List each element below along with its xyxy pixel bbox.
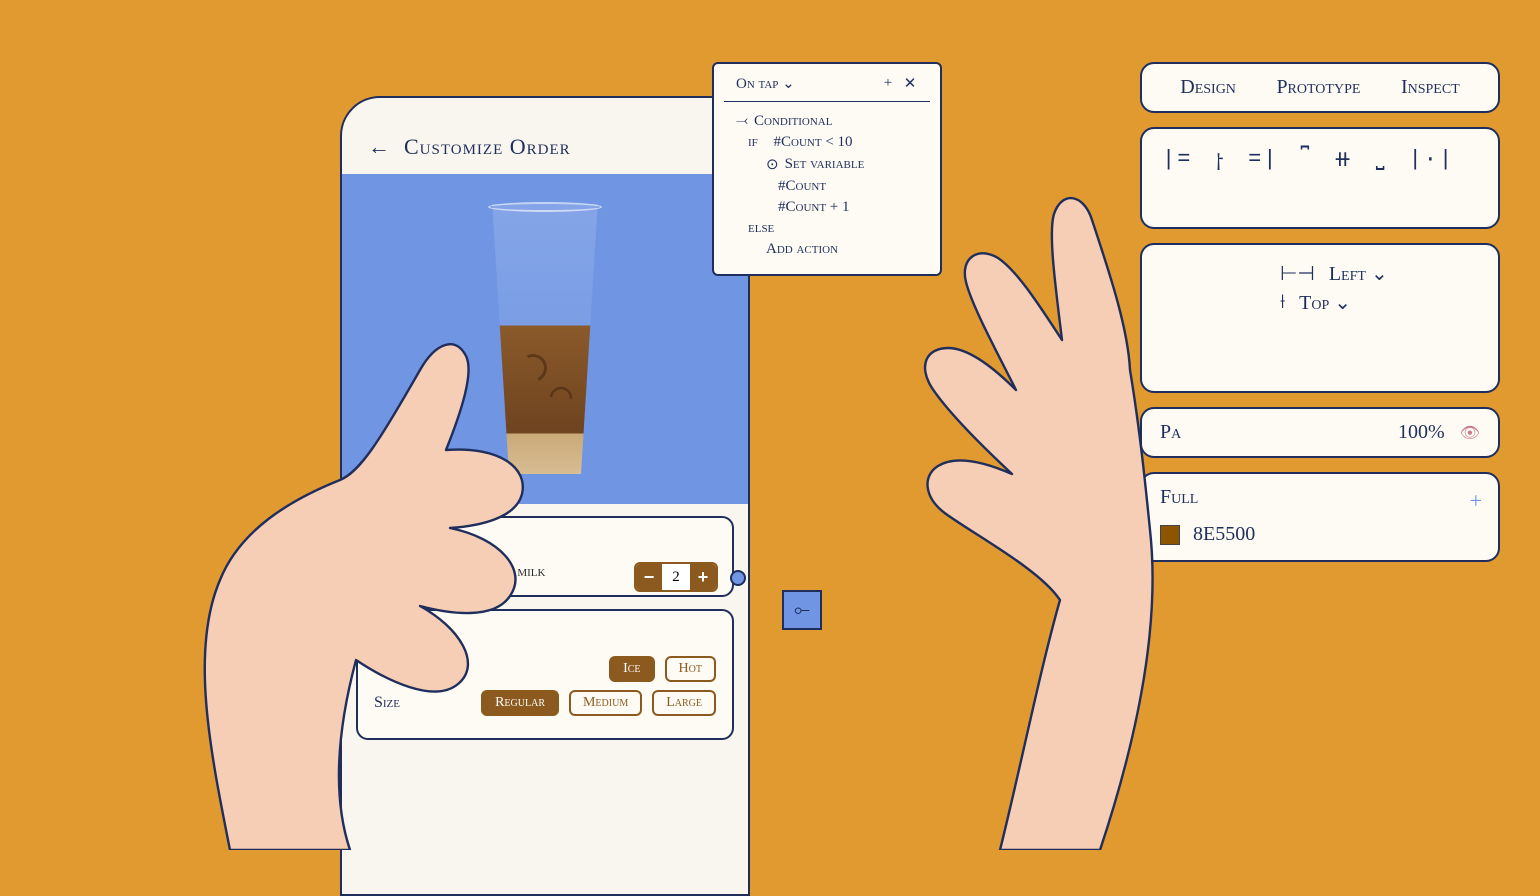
constraint-v-icon: ⟊ <box>1280 291 1285 314</box>
tab-inspect[interactable]: Inspect <box>1401 76 1460 99</box>
constraint-v-dropdown[interactable]: Top ⌄ <box>1299 290 1351 315</box>
distribute-icon[interactable]: |·| <box>1409 147 1455 177</box>
back-arrow-icon[interactable]: ← <box>368 134 390 160</box>
page-title: Customize Order <box>404 134 571 160</box>
interaction-node-icon[interactable]: ⟜ <box>782 590 822 630</box>
align-bottom-icon[interactable]: ⎵ <box>1376 147 1387 177</box>
left-hand-illustration <box>150 270 670 850</box>
target-icon: ⊙ <box>766 155 779 174</box>
close-icon[interactable]: ✕ <box>902 74 918 93</box>
align-top-icon[interactable]: ⎴ <box>1301 147 1312 177</box>
opacity-value[interactable]: 100% <box>1398 421 1445 443</box>
conditional-row[interactable]: ⤙ Conditional <box>714 110 940 132</box>
branch-icon: ⤙ <box>736 112 748 130</box>
inspector-tabs-panel: Design Prototype Inspect <box>1140 62 1500 113</box>
visibility-eye-icon[interactable]: 👁 <box>1460 425 1480 442</box>
qty-plus-button[interactable]: + <box>690 564 716 590</box>
add-fill-icon[interactable]: + <box>1470 488 1482 514</box>
prototype-connection-handle[interactable] <box>730 570 746 586</box>
phone-header: ← Customize Order <box>342 98 748 174</box>
align-vcenter-icon[interactable]: ⧺ <box>1333 147 1353 177</box>
add-action-icon[interactable]: + <box>880 75 896 92</box>
tab-prototype[interactable]: Prototype <box>1276 76 1360 99</box>
trigger-dropdown[interactable]: On tap ⌄ <box>736 74 874 93</box>
constraint-h-icon: ⊢⊣ <box>1280 261 1315 286</box>
tab-design[interactable]: Design <box>1180 76 1236 99</box>
constraint-h-dropdown[interactable]: Left ⌄ <box>1329 261 1388 286</box>
right-hand-illustration <box>840 150 1260 850</box>
variant-hot-chip[interactable]: Hot <box>665 656 716 682</box>
